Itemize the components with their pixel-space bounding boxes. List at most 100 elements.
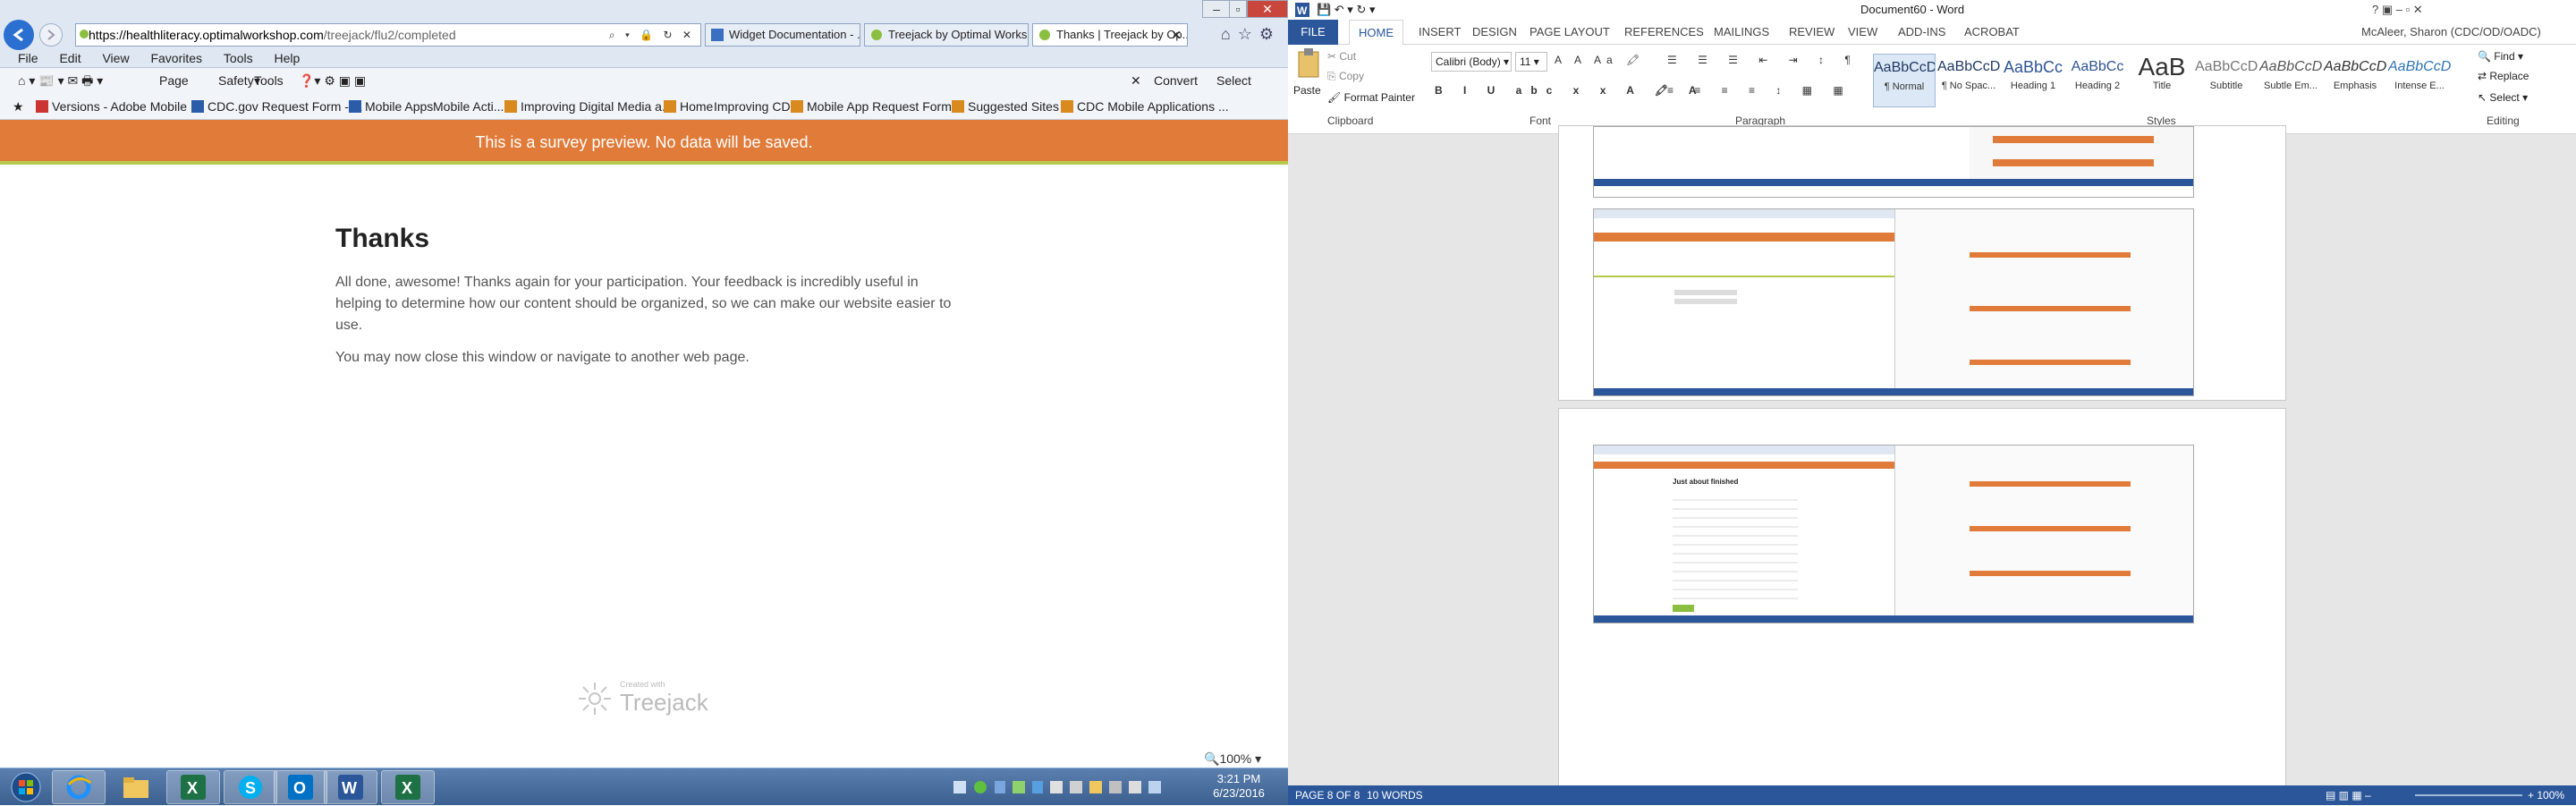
favorite-item[interactable]: Mobile Apps [349,93,434,119]
tab-page-layout[interactable]: PAGE LAYOUT [1521,20,1619,45]
maximize-button[interactable]: ▫ [1229,0,1247,18]
taskbar-explorer[interactable] [109,770,163,804]
tab-close-icon[interactable]: ✕ [1171,24,1182,46]
user-name[interactable]: McAleer, Sharon (CDC/OD/OADC) [2361,20,2541,45]
tab-view[interactable]: VIEW [1839,20,1886,45]
style-emphasis[interactable]: AaBbCcDc Emphasis [2324,54,2386,107]
convert-button[interactable]: Convert [1154,68,1198,93]
menu-view[interactable]: View [102,51,129,65]
home-star-gear-icon[interactable]: ⌂☆⚙ [1221,25,1281,44]
tab-file[interactable]: FILE [1288,20,1338,45]
tab-treejack[interactable]: Treejack by Optimal Works... [864,23,1029,47]
copy-button[interactable]: ⎘ Copy [1327,70,1364,83]
tab-favicon-icon [711,29,724,41]
treejack-logo: Created with Treejack [577,680,708,717]
favorite-item[interactable]: Versions - Adobe Mobile ... [36,93,201,119]
menu-tools[interactable]: Tools [224,51,253,65]
tab-references[interactable]: REFERENCES [1615,20,1713,45]
menu-help[interactable]: Help [275,51,301,65]
quick-access-icons[interactable]: 💾 ↶ ▾ ↻ ▾ [1317,0,1375,20]
command-icons[interactable]: ⌂ ▾ 📰 ▾ ✉ 🖶 ▾ [18,68,103,93]
tray-clock[interactable]: 3:21 PM 6/23/2016 [1208,772,1270,801]
tab-mailings[interactable]: MAILINGS [1705,20,1778,45]
ie-zoom-level[interactable]: 🔍100% ▾ [1204,751,1261,767]
taskbar-excel-1[interactable]: X [166,770,220,804]
tab-thanks[interactable]: Thanks | Treejack by Op... ✕ [1032,23,1188,47]
back-button[interactable] [4,20,34,50]
tools-menu[interactable]: Tools [254,68,284,93]
document-area[interactable]: Just about finished [1288,125,2576,793]
tab-review[interactable]: REVIEW [1780,20,1843,45]
tab-insert[interactable]: INSERT [1410,20,1470,45]
word-count[interactable]: 10 WORDS [1367,785,1423,805]
close-icon[interactable]: ✕ [1131,68,1141,93]
font-name-select[interactable]: Calibri (Body) ▾ [1431,52,1512,72]
style-sample: AaBbCcDc [1874,60,1935,75]
favorite-item[interactable]: Improving CDC [714,93,800,119]
word-icon: W [338,775,363,800]
forward-button[interactable] [39,23,63,47]
tab-widget-docs[interactable]: Widget Documentation - ... [705,23,860,47]
menu-edit[interactable]: Edit [59,51,80,65]
favorites-star-icon[interactable]: ★ [13,93,24,119]
tray-icons[interactable] [948,768,1181,806]
paragraph-list-icons[interactable]: ☰ ☰ ☰ ⇤ ⇥ ↕ ¶ [1667,54,1860,66]
close-window-button[interactable]: ✕ [1247,0,1288,18]
safety-menu[interactable]: Safety [218,68,254,93]
font-tools-icon[interactable]: A A Aa 🖍 [1555,54,1645,66]
favorite-label: Mobile Apps [365,99,434,114]
tab-home[interactable]: HOME [1349,20,1403,46]
svg-text:S: S [245,779,256,797]
style-subtitle[interactable]: AaBbCcD Subtitle [2195,54,2258,107]
style-no-spacing[interactable]: AaBbCcDc ¶ No Spac... [1937,54,2000,107]
select-dropdown[interactable]: ↖ Select ▾ [2478,91,2528,104]
tab-acrobat[interactable]: ACROBAT [1955,20,2029,45]
favorite-item[interactable]: CDC.gov Request Form - ... [191,93,363,119]
paste-button[interactable]: Paste [1293,84,1321,97]
favorite-item[interactable]: CDC Mobile Applications ... [1061,93,1229,119]
cut-button[interactable]: ✂ Cut [1327,50,1356,63]
svg-text:O: O [293,779,306,797]
address-input[interactable]: https://healthliteracy.optimalworkshop.c… [75,23,701,47]
tab-add-ins[interactable]: ADD-INS [1889,20,1954,45]
style-intense-emphasis[interactable]: AaBbCcDc Intense E... [2388,54,2451,107]
menu-favorites[interactable]: Favorites [150,51,202,65]
taskbar-outlook[interactable]: O [274,770,327,804]
page-menu[interactable]: Page [159,68,189,93]
address-actions-icon[interactable]: ⌕ ▾ 🔒 ↻ ✕ [609,24,695,46]
menu-file[interactable]: File [18,51,38,65]
favorite-label: Versions - Adobe Mobile ... [52,99,201,114]
format-painter-button[interactable]: 🖌 Format Painter [1327,91,1415,104]
tab-design[interactable]: DESIGN [1463,20,1526,45]
favorite-item[interactable]: Suggested Sites▾ [952,93,1069,119]
font-format-icons[interactable]: B I U abc x x A 🖍 A [1435,84,1706,97]
view-mode-icons[interactable]: ▤ ▥ ▦ – [2326,785,2371,805]
window-controls-icon[interactable]: ? ▣ – ▫ ✕ [2372,0,2423,20]
style-normal[interactable]: AaBbCcDc ¶ Normal [1873,54,1936,107]
style-title[interactable]: AaB Title [2131,54,2193,107]
favorite-item[interactable]: Mobile App Request Form... [791,93,962,119]
taskbar-ie[interactable] [52,770,106,804]
style-heading-2[interactable]: AaBbCc Heading 2 [2066,54,2129,107]
start-button[interactable] [5,770,47,804]
select-button[interactable]: Select [1216,68,1251,93]
favorite-item[interactable]: Home [664,93,713,119]
find-button[interactable]: 🔍 Find ▾ [2478,50,2523,63]
favorite-item[interactable]: Improving Digital Media a... [504,93,673,119]
url-domain: https://healthliteracy.optimalworkshop.c… [89,28,324,42]
help-icon[interactable]: ❓▾ ⚙ ▣ ▣ [299,68,366,93]
paragraph-align-icons[interactable]: ≡ ≡ ≡ ≡ ↕ ▦ ▦ [1667,84,1852,97]
font-size-select[interactable]: 11 ▾ [1515,52,1547,72]
page-count[interactable]: PAGE 8 OF 8 [1295,785,1360,805]
style-heading-1[interactable]: AaBbCc Heading 1 [2002,54,2064,107]
favorite-item[interactable]: Mobile Acti... [433,93,504,119]
url-path: /treejack/flu2/completed [323,28,456,42]
zoom-slider[interactable] [2415,794,2522,796]
taskbar-skype[interactable]: S [224,770,277,804]
taskbar-word[interactable]: W [324,770,377,804]
word-zoom-level[interactable]: + 100% [2528,785,2564,805]
minimize-button[interactable]: – [1202,0,1231,18]
replace-button[interactable]: ⇄ Replace [2478,70,2529,82]
style-subtle-emphasis[interactable]: AaBbCcDc Subtle Em... [2259,54,2322,107]
taskbar-excel-2[interactable]: X [381,770,435,804]
